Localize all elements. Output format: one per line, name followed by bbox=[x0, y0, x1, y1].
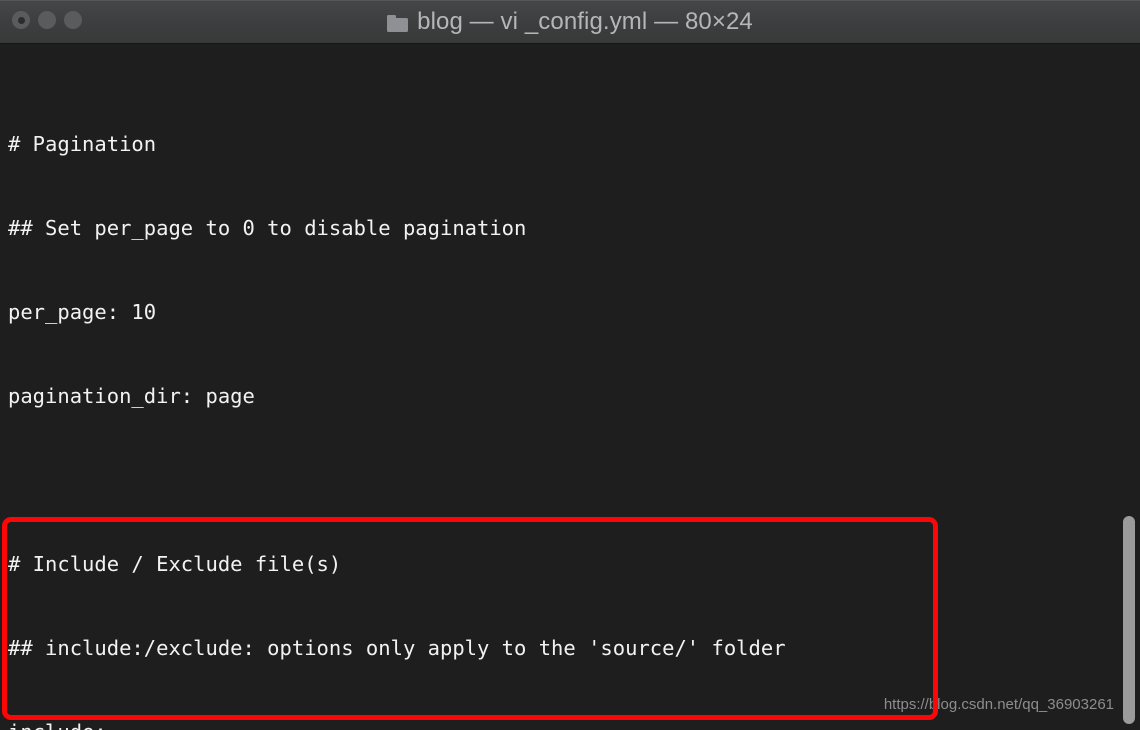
watermark: https://blog.csdn.net/qq_36903261 bbox=[883, 696, 1114, 713]
text-line: ## Set per_page to 0 to disable paginati… bbox=[8, 216, 527, 240]
terminal-window: blog — vi _config.yml — 80×24 # Paginati… bbox=[0, 0, 1140, 730]
text-line: # Pagination bbox=[8, 132, 157, 156]
text-line: per_page: 10 bbox=[8, 300, 157, 324]
text-line: include: bbox=[8, 718, 809, 730]
vertical-scrollbar-thumb[interactable] bbox=[1123, 516, 1135, 724]
folder-icon bbox=[387, 14, 409, 32]
terminal-content-area[interactable]: # Pagination ## Set per_page to 0 to dis… bbox=[0, 44, 1140, 730]
text-line: ## include:/exclude: options only apply … bbox=[8, 636, 786, 660]
text-line: # Include / Exclude file(s) bbox=[8, 552, 342, 576]
window-title: blog — vi _config.yml — 80×24 bbox=[417, 8, 753, 35]
terminal-text: # Pagination ## Set per_page to 0 to dis… bbox=[8, 74, 809, 730]
title-area: blog — vi _config.yml — 80×24 bbox=[0, 0, 1140, 44]
vertical-scrollbar-track[interactable] bbox=[1118, 44, 1140, 730]
text-line: pagination_dir: page bbox=[8, 384, 255, 408]
title-bar[interactable]: blog — vi _config.yml — 80×24 bbox=[0, 0, 1140, 44]
